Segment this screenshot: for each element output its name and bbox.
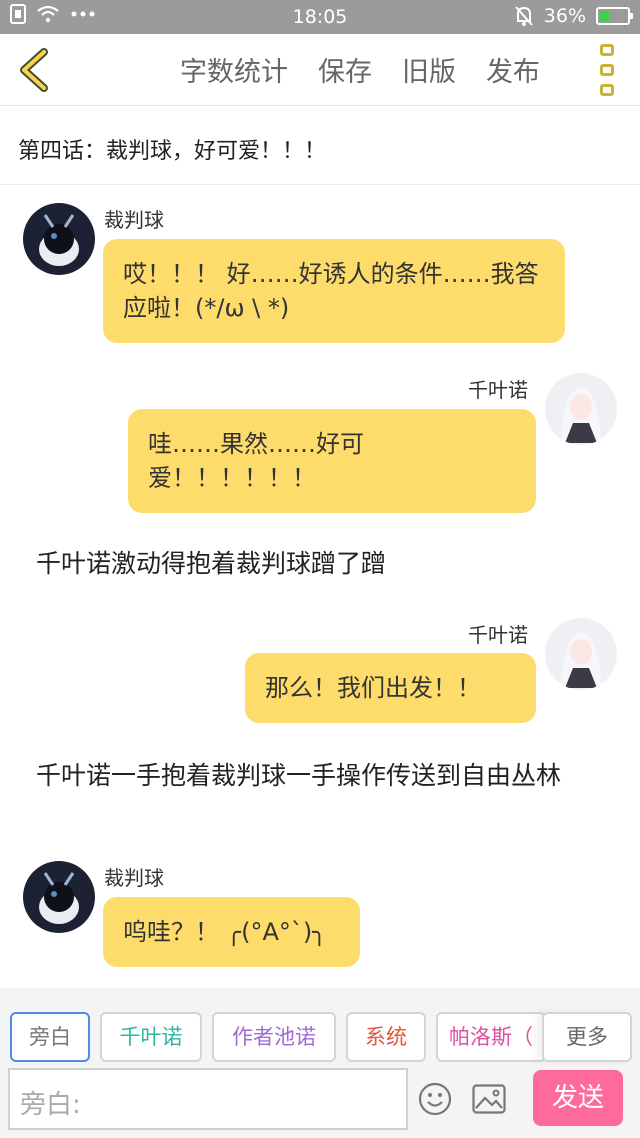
chat-area[interactable]: 裁判球 哎！！！ 好……好诱人的条件……我答应啦！(*/ω \ *) 千叶诺 哇… (0, 186, 640, 988)
sender-name: 千叶诺 (468, 378, 528, 402)
role-qianyenuo[interactable]: 千叶诺 (100, 1012, 202, 1062)
character-avatar-icon (545, 618, 617, 690)
message-bubble[interactable]: 那么！我们出发！！ (245, 653, 536, 723)
menu-dot (600, 84, 614, 96)
chapter-title[interactable]: 第四话：裁判球，好可爱！！！ (0, 107, 640, 185)
avatar[interactable] (23, 861, 95, 933)
referee-ball-avatar-icon (23, 861, 95, 933)
sender-name: 裁判球 (104, 866, 164, 890)
status-right-icons: 36% (514, 5, 633, 27)
message-bubble[interactable]: 哇……果然……好可爱！！！！！！ (128, 409, 536, 513)
save-button[interactable]: 保存 (318, 50, 372, 89)
role-label: 帕洛斯（ (449, 1025, 533, 1049)
role-label: 旁白 (29, 1025, 71, 1049)
battery-icon (596, 7, 633, 25)
back-button[interactable] (14, 46, 54, 94)
publish-button[interactable]: 发布 (486, 50, 540, 89)
menu-dot (600, 64, 614, 76)
narration-text[interactable]: 千叶诺一手抱着裁判球一手操作传送到自由丛林 (36, 759, 616, 793)
composer-bar: 旁白: 发送 (0, 1066, 640, 1138)
send-button[interactable]: 发送 (533, 1070, 623, 1126)
menu-dot (600, 44, 614, 56)
role-label: 系统 (365, 1025, 407, 1049)
status-bar: 18:05 36% (0, 0, 640, 34)
role-label: 作者池诺 (232, 1025, 316, 1049)
menu-icon[interactable] (596, 44, 618, 96)
image-icon (472, 1084, 506, 1114)
role-author[interactable]: 作者池诺 (212, 1012, 336, 1062)
mute-bell-icon (515, 6, 533, 26)
message-bubble[interactable]: 哎！！！ 好……好诱人的条件……我答应啦！(*/ω \ *) (103, 239, 565, 343)
old-version-button[interactable]: 旧版 (402, 50, 456, 89)
character-avatar-icon (545, 373, 617, 445)
chevron-left-icon (20, 48, 48, 92)
emoji-button[interactable] (418, 1082, 452, 1116)
referee-ball-avatar-icon (23, 203, 95, 275)
word-count-button[interactable]: 字数统计 (180, 50, 288, 89)
avatar[interactable] (545, 373, 617, 445)
avatar[interactable] (23, 203, 95, 275)
message-input[interactable]: 旁白: (8, 1068, 408, 1130)
top-nav-bar: 字数统计 保存 旧版 发布 (0, 34, 640, 106)
nav-actions: 字数统计 保存 旧版 发布 (180, 50, 540, 89)
more-roles-button[interactable]: 更多 (542, 1012, 632, 1062)
battery-percent: 36% (543, 5, 586, 27)
image-button[interactable] (472, 1084, 506, 1114)
message-bubble[interactable]: 呜哇？！ ╭(°A°`)╮ (103, 897, 360, 967)
role-label: 千叶诺 (119, 1025, 183, 1049)
role-narrator[interactable]: 旁白 (10, 1012, 90, 1062)
narration-text[interactable]: 千叶诺激动得抱着裁判球蹭了蹭 (36, 547, 616, 581)
role-selector: 旁白 千叶诺 作者池诺 系统 帕洛斯（ 更多 (0, 988, 640, 1066)
sender-name: 千叶诺 (468, 623, 528, 647)
emoji-icon (418, 1082, 452, 1116)
battery-fill (600, 11, 610, 21)
avatar[interactable] (545, 618, 617, 690)
sender-name: 裁判球 (104, 208, 164, 232)
role-paluosi[interactable]: 帕洛斯（ (436, 1012, 546, 1062)
role-system[interactable]: 系统 (346, 1012, 426, 1062)
